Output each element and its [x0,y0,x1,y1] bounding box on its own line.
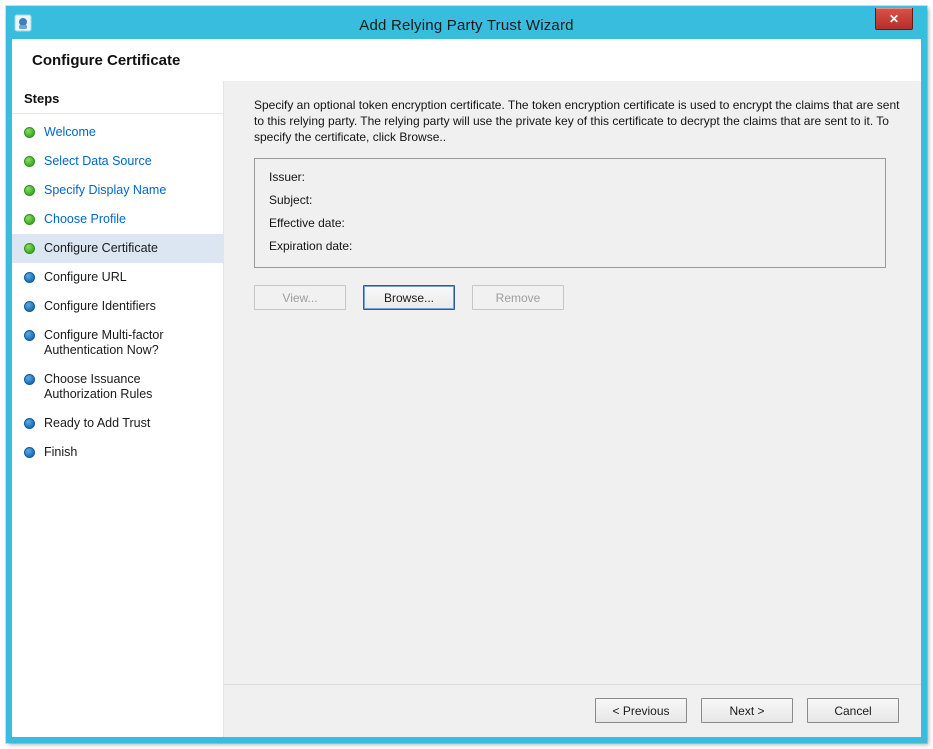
completed-step-icon [24,127,35,138]
certificate-details-box: Issuer: Subject: Effective date: Expirat… [254,158,886,268]
sidebar-item-welcome[interactable]: Welcome [12,118,223,147]
step-label: Finish [44,445,77,460]
sidebar-item-configure-identifiers: Configure Identifiers [12,292,223,321]
sidebar-item-finish: Finish [12,438,223,467]
pending-step-icon [24,374,35,385]
step-label: Configure Multi-factor Authentication No… [44,328,213,358]
sidebar-item-configure-url: Configure URL [12,263,223,292]
completed-step-icon [24,185,35,196]
window-title: Add Relying Party Trust Wizard [12,17,921,34]
completed-step-icon [24,156,35,167]
description-text: Specify an optional token encryption cer… [254,97,904,145]
sidebar-item-configure-multi-factor: Configure Multi-factor Authentication No… [12,321,223,365]
step-label: Choose Issuance Authorization Rules [44,372,213,402]
titlebar: Add Relying Party Trust Wizard ✕ [12,12,921,39]
next-button[interactable]: Next > [701,698,793,723]
content-area: Specify an optional token encryption cer… [224,81,921,737]
header: Configure Certificate [12,39,921,81]
view-button: View... [254,285,346,310]
previous-button[interactable]: < Previous [595,698,687,723]
step-label: Choose Profile [44,212,126,227]
close-button[interactable]: ✕ [875,8,913,30]
pending-step-icon [24,447,35,458]
field-label-effective-date: Effective date: [269,212,871,235]
step-label: Configure URL [44,270,127,285]
pending-step-icon [24,330,35,341]
wizard-window: Add Relying Party Trust Wizard ✕ Configu… [6,6,927,743]
sidebar-item-specify-display-name[interactable]: Specify Display Name [12,176,223,205]
sidebar-item-choose-profile[interactable]: Choose Profile [12,205,223,234]
field-label-expiration-date: Expiration date: [269,235,871,258]
step-label: Configure Certificate [44,241,158,256]
steps-heading: Steps [12,83,223,114]
sidebar-item-choose-issuance-rules: Choose Issuance Authorization Rules [12,365,223,409]
sidebar-item-ready-to-add-trust: Ready to Add Trust [12,409,223,438]
pending-step-icon [24,272,35,283]
pending-step-icon [24,301,35,312]
pending-step-icon [24,418,35,429]
cancel-button[interactable]: Cancel [807,698,899,723]
field-label-subject: Subject: [269,189,871,212]
wizard-body: Steps Welcome Select Data Source Specify… [12,81,921,737]
completed-step-icon [24,243,35,254]
sidebar-item-configure-certificate[interactable]: Configure Certificate [12,234,223,263]
footer-button-bar: < Previous Next > Cancel [224,684,921,737]
sidebar-item-select-data-source[interactable]: Select Data Source [12,147,223,176]
completed-step-icon [24,214,35,225]
step-label: Specify Display Name [44,183,166,198]
field-label-issuer: Issuer: [269,166,871,189]
steps-panel: Steps Welcome Select Data Source Specify… [12,81,224,737]
step-label: Select Data Source [44,154,152,169]
browse-button[interactable]: Browse... [363,285,455,310]
page-title: Configure Certificate [32,52,180,69]
step-label: Ready to Add Trust [44,416,150,431]
step-label: Configure Identifiers [44,299,156,314]
step-label: Welcome [44,125,96,140]
certificate-actions: View... Browse... Remove [254,285,921,310]
remove-button: Remove [472,285,564,310]
